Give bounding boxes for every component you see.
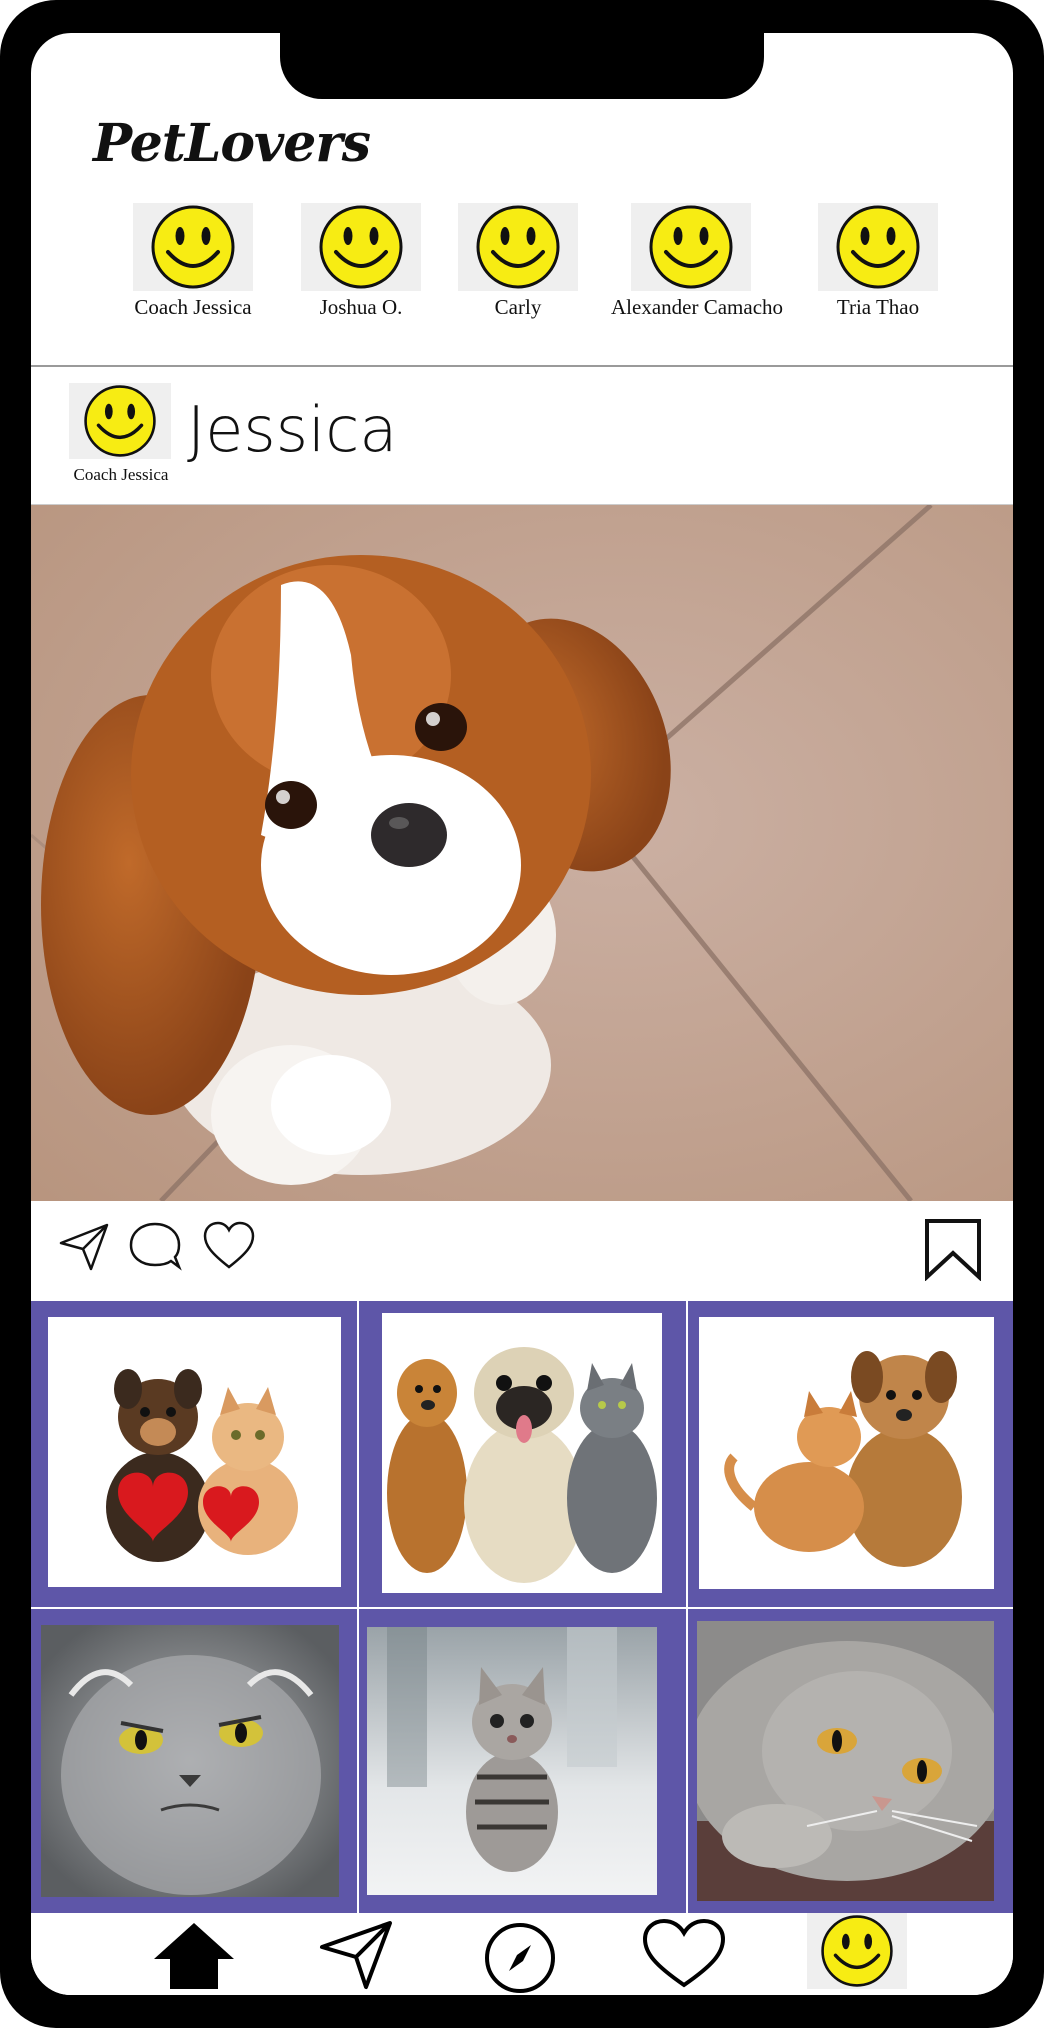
grid-item-tabby-kitten[interactable]	[367, 1627, 657, 1895]
story-item[interactable]: Alexander Camacho	[611, 203, 784, 320]
story-item[interactable]: Tria Thao	[798, 203, 958, 320]
send-icon[interactable]	[318, 1919, 394, 1995]
phone-frame: PetLovers Coach Jessica Joshua O. Carly	[0, 0, 1044, 2028]
grid-item-puppy-kitten[interactable]	[48, 1317, 341, 1587]
story-item[interactable]: Joshua O.	[281, 203, 441, 320]
story-item[interactable]: Coach Jessica	[113, 203, 273, 320]
phone-notch	[280, 33, 764, 99]
smiley-face-icon[interactable]	[69, 383, 171, 459]
smiley-face-icon	[458, 203, 578, 291]
grid-item-scottish-fold-cat[interactable]	[697, 1621, 994, 1901]
story-name: Carly	[494, 295, 542, 319]
post-author-name[interactable]: Jessica	[187, 393, 397, 466]
bottom-nav	[31, 1913, 1013, 1995]
story-item[interactable]: Carly	[438, 203, 598, 320]
app-screen: PetLovers Coach Jessica Joshua O. Carly	[31, 33, 1013, 1995]
app-logo: PetLovers	[93, 113, 371, 174]
home-icon[interactable]	[152, 1919, 236, 1995]
heart-icon[interactable]	[641, 1917, 727, 1995]
bookmark-icon[interactable]	[923, 1217, 983, 1286]
post-header: Coach Jessica Jessica	[31, 369, 1013, 505]
stories-bar: Coach Jessica Joshua O. Carly Alexander …	[31, 203, 1013, 367]
smiley-face-icon	[818, 203, 938, 291]
post-author-caption: Coach Jessica	[73, 465, 169, 484]
grid-item-kitten-puppy[interactable]	[699, 1317, 994, 1589]
story-name: Joshua O.	[319, 295, 403, 319]
story-name: Coach Jessica	[134, 295, 252, 319]
grid-item-grumpy-persian-cat[interactable]	[41, 1625, 339, 1897]
profile-smiley-icon[interactable]	[807, 1913, 907, 1989]
smiley-face-icon	[301, 203, 421, 291]
story-name: Alexander Camacho	[611, 295, 784, 319]
post-actions	[31, 1201, 1013, 1301]
compass-icon[interactable]	[483, 1921, 557, 1995]
photo-grid	[31, 1301, 1013, 1913]
story-name: Tria Thao	[836, 295, 920, 319]
grid-divider	[31, 1607, 1013, 1609]
smiley-face-icon	[631, 203, 751, 291]
heart-icon[interactable]	[201, 1219, 257, 1278]
send-icon[interactable]	[57, 1219, 111, 1278]
grid-item-dogs-and-cat[interactable]	[382, 1313, 662, 1593]
comment-icon[interactable]	[127, 1219, 183, 1278]
smiley-face-icon	[133, 203, 253, 291]
dog-photo[interactable]	[31, 505, 1013, 1201]
